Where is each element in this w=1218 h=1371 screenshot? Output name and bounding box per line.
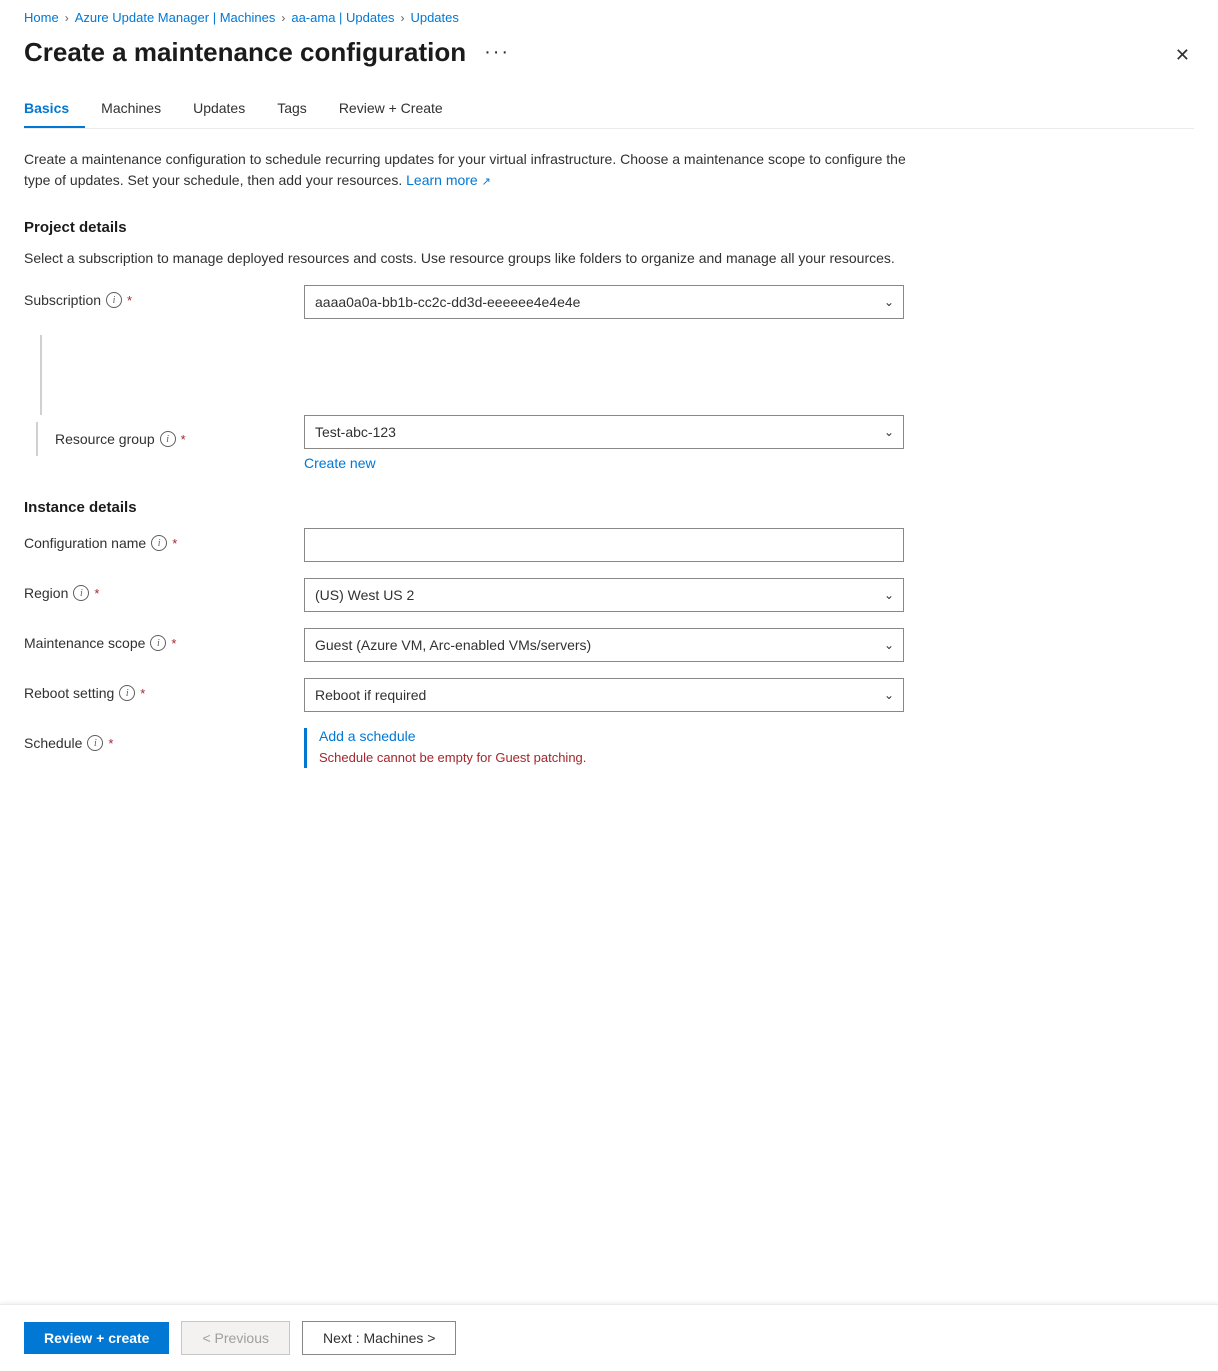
reboot-setting-select-wrapper: Reboot if required ⌄	[304, 678, 904, 712]
subscription-info-icon: i	[106, 292, 122, 308]
config-name-label: Configuration name	[24, 535, 146, 551]
schedule-required: *	[108, 736, 113, 751]
breadcrumb-sep-2: ›	[281, 11, 285, 25]
schedule-border	[304, 728, 307, 768]
region-select[interactable]: (US) West US 2	[304, 578, 904, 612]
resource-group-label-col: Resource group i *	[24, 415, 304, 456]
region-info-icon: i	[73, 585, 89, 601]
reboot-setting-info-icon: i	[119, 685, 135, 701]
resource-group-control: Test-abc-123 ⌄ Create new	[304, 415, 904, 471]
subscription-label: Subscription	[24, 292, 101, 308]
schedule-control: Add a schedule Schedule cannot be empty …	[304, 728, 904, 768]
breadcrumb-home[interactable]: Home	[24, 10, 59, 25]
maintenance-scope-select[interactable]: Guest (Azure VM, Arc-enabled VMs/servers…	[304, 628, 904, 662]
reboot-setting-control: Reboot if required ⌄	[304, 678, 904, 712]
schedule-content: Add a schedule Schedule cannot be empty …	[319, 728, 586, 765]
schedule-info-icon: i	[87, 735, 103, 751]
config-name-input[interactable]	[304, 528, 904, 562]
schedule-label: Schedule	[24, 735, 82, 751]
breadcrumb-updates[interactable]: Updates	[410, 10, 458, 25]
maintenance-scope-info-icon: i	[150, 635, 166, 651]
subscription-select-wrapper: aaaa0a0a-bb1b-cc2c-dd3d-eeeeee4e4e4e ⌄	[304, 285, 904, 319]
review-create-button[interactable]: Review + create	[24, 1322, 169, 1354]
reboot-setting-label: Reboot setting	[24, 685, 114, 701]
previous-button[interactable]: < Previous	[181, 1321, 290, 1355]
resource-group-required: *	[181, 432, 186, 447]
region-label-col: Region i *	[24, 578, 304, 601]
schedule-label-col: Schedule i *	[24, 728, 304, 751]
add-schedule-link[interactable]: Add a schedule	[319, 728, 416, 744]
project-details-desc: Select a subscription to manage deployed…	[24, 248, 924, 269]
schedule-area: Add a schedule Schedule cannot be empty …	[304, 728, 904, 768]
subscription-select[interactable]: aaaa0a0a-bb1b-cc2c-dd3d-eeeeee4e4e4e	[304, 285, 904, 319]
bottom-bar: Review + create < Previous Next : Machin…	[0, 1304, 1218, 1371]
tab-tags[interactable]: Tags	[277, 90, 323, 128]
tab-machines[interactable]: Machines	[101, 90, 177, 128]
subscription-required: *	[127, 293, 132, 308]
maintenance-scope-select-wrapper: Guest (Azure VM, Arc-enabled VMs/servers…	[304, 628, 904, 662]
maintenance-scope-control: Guest (Azure VM, Arc-enabled VMs/servers…	[304, 628, 904, 662]
instance-details-section: Instance details Configuration name i * …	[24, 499, 1194, 768]
create-new-resource-group-link[interactable]: Create new	[304, 455, 904, 471]
breadcrumb-sep-3: ›	[400, 11, 404, 25]
tab-review-create[interactable]: Review + Create	[339, 90, 459, 128]
page-description: Create a maintenance configuration to sc…	[24, 149, 924, 191]
page-header: Create a maintenance configuration ··· ✕	[24, 33, 1194, 70]
resource-group-select[interactable]: Test-abc-123	[304, 415, 904, 449]
subscription-control: aaaa0a0a-bb1b-cc2c-dd3d-eeeeee4e4e4e ⌄	[304, 285, 904, 319]
page-menu-button[interactable]: ···	[478, 39, 516, 66]
config-name-info-icon: i	[151, 535, 167, 551]
instance-details-title: Instance details	[24, 499, 1194, 516]
maintenance-scope-label-col: Maintenance scope i *	[24, 628, 304, 651]
learn-more-label: Learn more	[406, 172, 478, 188]
reboot-setting-label-col: Reboot setting i *	[24, 678, 304, 701]
breadcrumb: Home › Azure Update Manager | Machines ›…	[24, 0, 1194, 33]
resource-group-select-wrapper: Test-abc-123 ⌄	[304, 415, 904, 449]
region-select-wrapper: (US) West US 2 ⌄	[304, 578, 904, 612]
breadcrumb-aa-ama[interactable]: aa-ama | Updates	[291, 10, 394, 25]
subscription-group: Subscription i * aaaa0a0a-bb1b-cc2c-dd3d…	[24, 285, 1194, 319]
breadcrumb-sep-1: ›	[65, 11, 69, 25]
region-label: Region	[24, 585, 68, 601]
subscription-label-col: Subscription i *	[24, 285, 304, 308]
tab-basics[interactable]: Basics	[24, 90, 85, 128]
config-name-label-col: Configuration name i *	[24, 528, 304, 551]
tab-bar: Basics Machines Updates Tags Review + Cr…	[24, 90, 1194, 129]
next-button[interactable]: Next : Machines >	[302, 1321, 456, 1355]
breadcrumb-azure-update-manager[interactable]: Azure Update Manager | Machines	[75, 10, 276, 25]
schedule-error-message: Schedule cannot be empty for Guest patch…	[319, 750, 586, 765]
close-button[interactable]: ✕	[1171, 41, 1194, 70]
schedule-group: Schedule i * Add a schedule Schedule can…	[24, 728, 1194, 768]
reboot-setting-select[interactable]: Reboot if required	[304, 678, 904, 712]
resource-group-group: Resource group i * Test-abc-123 ⌄ Create…	[24, 415, 1194, 471]
page-title: Create a maintenance configuration	[24, 37, 466, 68]
external-link-icon: ↗	[482, 176, 491, 188]
maintenance-scope-required: *	[171, 636, 176, 651]
region-group: Region i * (US) West US 2 ⌄	[24, 578, 1194, 612]
config-name-control	[304, 528, 904, 562]
project-details-section: Project details Select a subscription to…	[24, 219, 1194, 471]
region-control: (US) West US 2 ⌄	[304, 578, 904, 612]
maintenance-scope-label: Maintenance scope	[24, 635, 145, 651]
config-name-required: *	[172, 536, 177, 551]
reboot-setting-group: Reboot setting i * Reboot if required ⌄	[24, 678, 1194, 712]
resource-group-info-icon: i	[160, 431, 176, 447]
region-required: *	[94, 586, 99, 601]
resource-group-label: Resource group	[55, 431, 155, 447]
tab-updates[interactable]: Updates	[193, 90, 261, 128]
learn-more-link[interactable]: Learn more ↗	[406, 172, 491, 188]
reboot-setting-required: *	[140, 686, 145, 701]
config-name-group: Configuration name i *	[24, 528, 1194, 562]
project-details-title: Project details	[24, 219, 1194, 236]
maintenance-scope-group: Maintenance scope i * Guest (Azure VM, A…	[24, 628, 1194, 662]
